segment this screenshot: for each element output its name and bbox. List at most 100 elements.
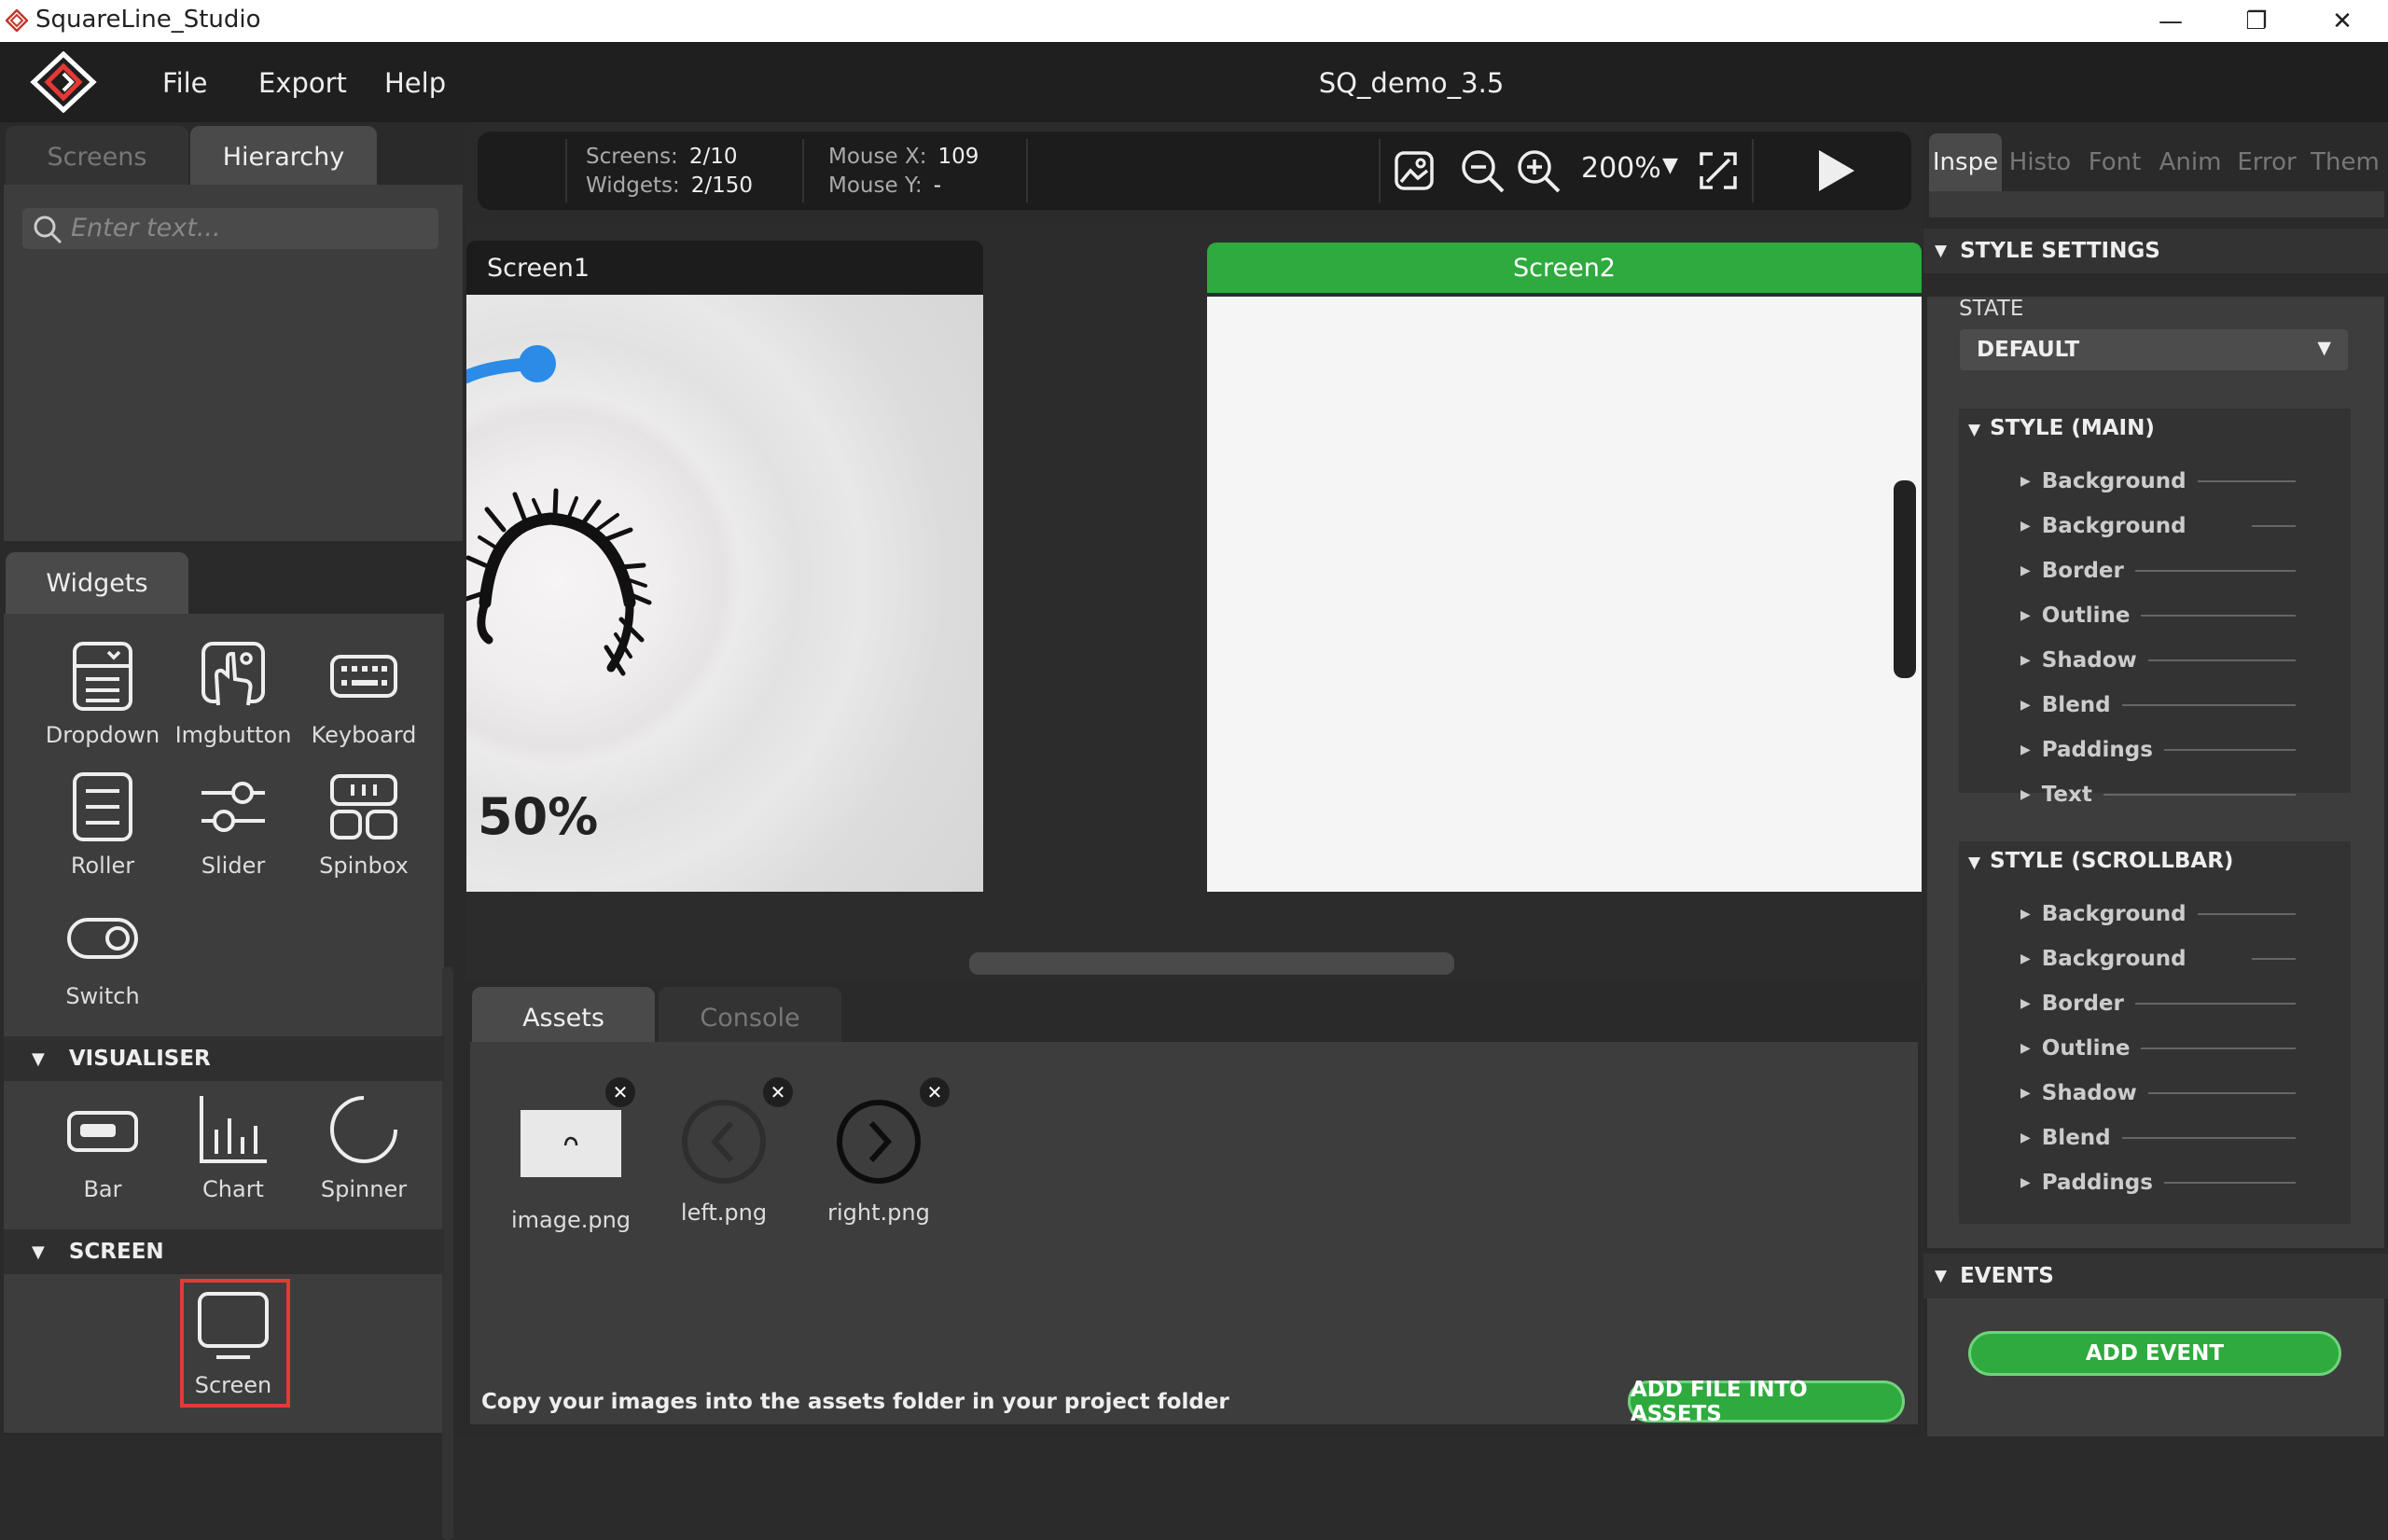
tab-error[interactable]: Error [2229,133,2304,191]
background-image-icon[interactable] [1394,150,1435,191]
scrollbar-row-background-image[interactable]: ▶ Background [2020,940,2296,978]
fit-screen-icon[interactable] [1696,148,1741,193]
zoom-out-icon[interactable] [1460,148,1506,195]
style-row-blend[interactable]: ▶ Blend [2020,687,2296,724]
zoom-dropdown-icon[interactable]: ▼ [1662,154,1678,177]
screen2-preview[interactable] [1207,297,1922,892]
style-main-header[interactable]: ▼ STYLE (MAIN) [1968,416,2155,440]
tab-console[interactable]: Console [659,987,841,1048]
scrollbar-row-blend[interactable]: ▶ Blend [2020,1119,2296,1157]
widget-imgbutton[interactable]: Imgbutton [168,638,298,759]
screen1-preview[interactable]: 50% [466,295,983,892]
scrollbar-row-paddings[interactable]: ▶ Paddings [2020,1164,2296,1201]
section-title: STYLE SETTINGS [1960,239,2160,263]
section-title: VISUALISER [68,1047,211,1071]
widget-spinner[interactable]: Spinner [298,1092,429,1214]
search-input[interactable]: Enter text... [22,208,438,249]
tab-animation[interactable]: Anim [2153,133,2228,191]
tab-assets[interactable]: Assets [472,987,655,1048]
expand-triangle-icon: ▶ [2020,653,2031,668]
asset-item[interactable]: left.png [659,1097,789,1226]
screen1-title: Screen1 [487,254,590,283]
asset-item[interactable]: right.png [813,1097,944,1226]
scrollbar-row-outline[interactable]: ▶ Outline [2020,1030,2296,1067]
slider-icon [201,782,265,832]
canvas-horizontal-scrollbar[interactable] [969,952,1454,975]
style-row-background-image[interactable]: ▶ Background [2020,507,2296,545]
widget-switch[interactable]: Switch [37,899,168,1020]
tab-theme[interactable]: Them [2306,133,2384,191]
style-row-shadow[interactable]: ▶ Shadow [2020,642,2296,679]
expand-triangle-icon: ▶ [2020,1041,2031,1056]
widget-bar[interactable]: Bar [37,1092,168,1214]
row-divider [2121,704,2296,706]
row-divider [2121,1137,2296,1139]
remove-asset-icon[interactable]: ✕ [763,1077,793,1107]
screen2-header[interactable]: Screen2 [1207,243,1922,293]
widget-slider[interactable]: Slider [168,769,298,890]
widget-label: Spinbox [319,853,409,879]
widget-label: Roller [70,853,135,879]
widget-keyboard[interactable]: Keyboard [298,638,429,759]
widget-spinbox[interactable]: Spinbox [298,769,429,890]
style-row-border[interactable]: ▶ Border [2020,552,2296,590]
minimize-button[interactable]: — [2127,0,2214,42]
scrollbar-row-shadow[interactable]: ▶ Shadow [2020,1075,2296,1112]
add-file-into-assets-button[interactable]: ADD FILE INTO ASSETS [1628,1378,1905,1426]
expand-triangle-icon: ▶ [2020,698,2031,713]
arc-knob[interactable] [519,345,556,382]
style-settings-header[interactable]: ▼ STYLE SETTINGS [1923,229,2388,273]
asset-item[interactable]: image.png [506,1108,636,1233]
style-row-label: Background [2041,469,2187,493]
title-bar: SquareLine_Studio — ❐ ✕ [0,0,2388,42]
style-row-outline[interactable]: ▶ Outline [2020,597,2296,634]
zoom-level[interactable]: 200% [1581,152,1661,185]
row-divider [2147,659,2296,661]
maximize-button[interactable]: ❐ [2213,0,2300,42]
style-row-text[interactable]: ▶ Text [2020,776,2296,813]
style-scrollbar-header[interactable]: ▼ STYLE (SCROLLBAR) [1968,849,2233,873]
remove-asset-icon[interactable]: ✕ [605,1077,635,1107]
asset-filename: right.png [827,1200,930,1226]
screen-section-header[interactable]: ▼ SCREEN [4,1229,444,1274]
style-row-background[interactable]: ▶ Background [2020,463,2296,500]
section-title: STYLE (MAIN) [1990,416,2155,440]
widget-dropdown[interactable]: Dropdown [37,638,168,759]
close-button[interactable]: ✕ [2298,0,2386,42]
section-title: SCREEN [68,1240,164,1264]
scrollbar-row-border[interactable]: ▶ Border [2020,985,2296,1022]
tab-screens[interactable]: Screens [6,126,188,187]
style-row-label: Paddings [2041,738,2153,762]
state-dropdown[interactable]: DEFAULT ▼ [1960,329,2348,370]
style-row-paddings[interactable]: ▶ Paddings [2020,731,2296,769]
remove-asset-icon[interactable]: ✕ [920,1077,950,1107]
right-arrow-icon [837,1100,921,1184]
app-logo-icon [6,9,28,32]
tab-history[interactable]: Histo [2004,133,2076,191]
style-row-label: Shadow [2041,648,2137,673]
scrollbar-row-background[interactable]: ▶ Background [2020,895,2296,933]
widget-chart[interactable]: Chart [168,1092,298,1214]
expand-triangle-icon: ▶ [2020,563,2031,578]
tab-inspector[interactable]: Inspe [1929,133,2002,191]
expand-triangle-icon: ▶ [2020,1175,2031,1190]
image-thumbnail-icon [563,1136,578,1146]
visualiser-section-header[interactable]: ▼ VISUALISER [4,1036,444,1081]
asset-thumbnail [521,1110,621,1177]
row-divider [2197,480,2296,482]
canvas-vertical-scrollbar[interactable] [1894,480,1916,678]
screen1-header[interactable]: Screen1 [466,241,983,295]
collapse-triangle-icon: ▼ [32,1242,45,1262]
expand-triangle-icon: ▶ [2020,608,2031,623]
add-event-button[interactable]: ADD EVENT [1968,1331,2341,1376]
collapse-triangle-icon: ▼ [1968,421,1981,439]
widget-screen[interactable]: Screen [168,1288,298,1409]
tab-font[interactable]: Font [2078,133,2151,191]
play-icon[interactable] [1813,148,1858,193]
tab-hierarchy[interactable]: Hierarchy [190,126,377,187]
widgets-count-value: 2/150 [690,173,754,198]
zoom-in-icon[interactable] [1516,148,1562,195]
widget-roller[interactable]: Roller [37,769,168,890]
events-header[interactable]: ▼ EVENTS [1923,1254,2388,1298]
tab-widgets[interactable]: Widgets [6,552,188,614]
